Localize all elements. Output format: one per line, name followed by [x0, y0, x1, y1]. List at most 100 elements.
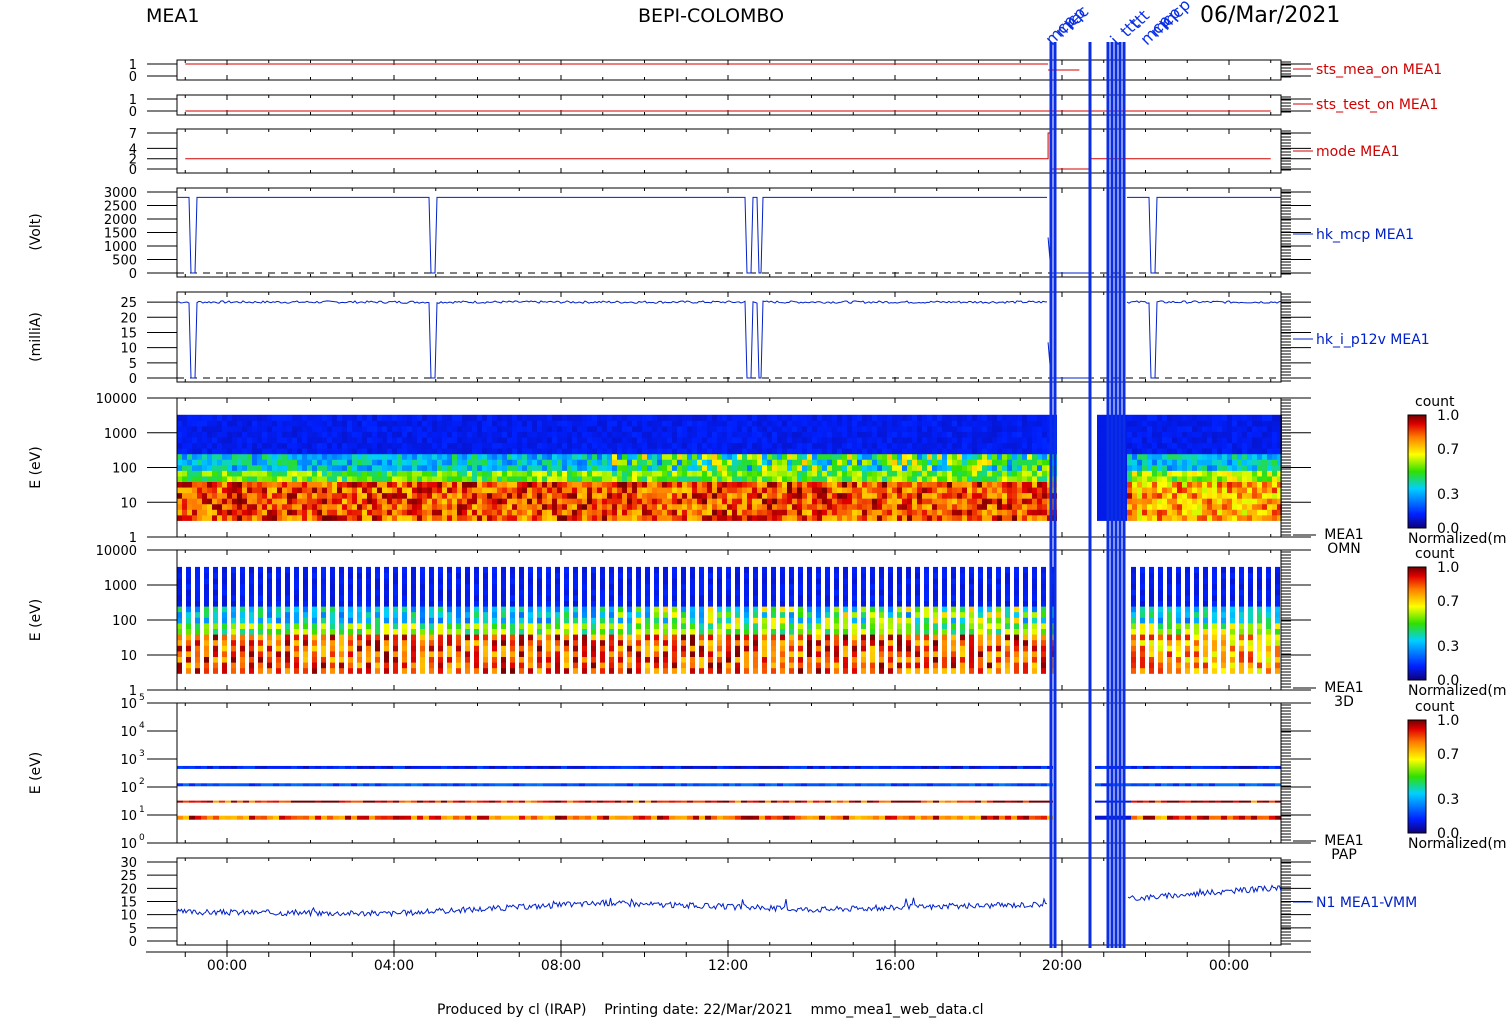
spectrogram-cell: [697, 515, 702, 521]
spectrogram-cell: [222, 454, 227, 460]
spectrogram-cell: [312, 662, 317, 668]
spectrogram-cell: [437, 437, 442, 443]
spectrogram-cell: [187, 420, 192, 426]
spectrogram-cell: [647, 415, 652, 421]
spectrogram-cell: [1132, 459, 1137, 465]
spectrogram-cell: [592, 487, 597, 493]
spectrogram-cell: [186, 612, 191, 618]
spectrogram-cell: [787, 493, 792, 499]
spectrogram-cell: [1042, 509, 1047, 515]
spectrogram-cell: [1227, 504, 1232, 510]
spectrogram-cell: [982, 504, 987, 510]
spectrogram-cell: [822, 470, 827, 476]
spectrogram-cell: [817, 509, 822, 515]
spectrogram-cell: [882, 515, 887, 521]
spectrogram-cell: [712, 498, 717, 504]
spectrogram-cell: [317, 476, 322, 482]
spectrogram-cell: [717, 448, 722, 454]
spectrogram-cell: [467, 454, 472, 460]
spectrogram-cell: [887, 443, 892, 449]
spectrogram-cell: [572, 420, 577, 426]
spectrogram-cell: [267, 668, 272, 674]
spectrogram-cell: [382, 426, 387, 432]
spectrogram-cell: [522, 504, 527, 510]
spectrogram-cell: [1242, 454, 1247, 460]
spectrogram-cell: [407, 437, 412, 443]
spectrogram-cell: [307, 420, 312, 426]
spectrogram-cell: [1022, 454, 1027, 460]
spectrogram-cell: [247, 482, 252, 488]
spectrogram-cell: [757, 437, 762, 443]
spectrogram-cell: [952, 470, 957, 476]
spectrogram-cell: [207, 420, 212, 426]
spectrogram-cell: [872, 420, 877, 426]
spectrogram-cell: [692, 420, 697, 426]
spectrogram-cell: [692, 415, 697, 421]
spectrogram-cell: [877, 454, 882, 460]
spectrogram-cell: [1142, 482, 1147, 488]
spectrogram-cell: [402, 515, 407, 521]
spectrogram-cell: [303, 640, 308, 646]
spectrogram-cell: [577, 476, 582, 482]
spectrogram-cell: [207, 454, 212, 460]
spectrogram-cell: [562, 426, 567, 432]
spectrogram-cell: [667, 493, 672, 499]
spectrogram-cell: [452, 509, 457, 515]
spectrogram-cell: [1222, 487, 1227, 493]
spectrogram-cell: [312, 454, 317, 460]
spectrogram-cell: [1152, 476, 1157, 482]
spectrogram-cell: [182, 470, 187, 476]
spectrogram-cell: [232, 515, 237, 521]
spectrogram-cell: [1132, 443, 1137, 449]
spectrogram-cell: [258, 668, 263, 674]
spectrogram-cell: [1172, 437, 1177, 443]
spectrogram-cell: [267, 476, 272, 482]
spectrogram-cell: [1102, 459, 1107, 465]
spectrogram-cell: [557, 443, 562, 449]
spectrogram-cell: [347, 437, 352, 443]
spectrogram-cell: [1232, 437, 1237, 443]
spectrogram-cell: [522, 437, 527, 443]
spectrogram-cell: [717, 470, 722, 476]
spectrogram-cell: [442, 515, 447, 521]
spectrogram-cell: [832, 431, 837, 437]
spectrogram-cell: [747, 493, 752, 499]
spectrogram-cell: [1152, 443, 1157, 449]
spectrogram-cell: [1222, 426, 1227, 432]
spectrogram-cell: [407, 470, 412, 476]
spectrogram-cell: [662, 437, 667, 443]
spectrogram-cell: [542, 420, 547, 426]
spectrogram-cell: [1182, 459, 1187, 465]
spectrogram-cell: [252, 509, 257, 515]
spectrogram-cell: [857, 443, 862, 449]
spectrogram-cell: [532, 448, 537, 454]
spectrogram-cell: [842, 465, 847, 471]
spectrogram-cell: [652, 493, 657, 499]
spectrogram-cell: [342, 448, 347, 454]
spectrogram-cell: [1202, 443, 1207, 449]
spectrogram-cell: [207, 465, 212, 471]
spectrogram-cell: [177, 476, 182, 482]
spectrogram-cell: [294, 657, 299, 663]
spectrogram-cell: [657, 509, 662, 515]
spectrogram-cell: [1187, 459, 1192, 465]
spectrogram-cell: [847, 509, 852, 515]
spectrogram-cell: [347, 415, 352, 421]
spectrogram-cell: [982, 493, 987, 499]
spectrogram-cell: [747, 482, 752, 488]
spectrogram-cell: [622, 515, 627, 521]
spectrogram-cell: [1002, 515, 1007, 521]
spectrogram-cell: [717, 509, 722, 515]
spectrogram-cell: [882, 465, 887, 471]
spectrogram-cell: [472, 443, 477, 449]
spectrogram-cell: [572, 448, 577, 454]
spectrogram-cell: [867, 431, 872, 437]
spectrogram-cell: [762, 437, 767, 443]
spectrogram-cell: [367, 465, 372, 471]
spectrogram-cell: [422, 504, 427, 510]
spectrogram-cell: [252, 470, 257, 476]
spectrogram-cell: [507, 443, 512, 449]
spectrogram-cell: [632, 476, 637, 482]
spectrogram-cell: [402, 498, 407, 504]
spectrogram-cell: [592, 498, 597, 504]
